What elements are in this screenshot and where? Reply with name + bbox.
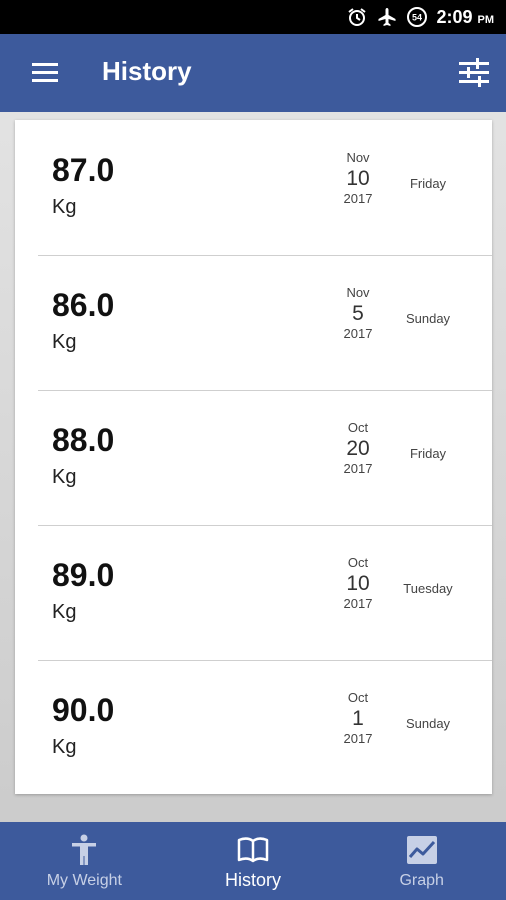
weight-value: 89.0 xyxy=(52,557,115,593)
date-weekday: Friday xyxy=(409,446,447,461)
entry-date: Nov 10 2017 xyxy=(330,150,386,206)
alarm-icon xyxy=(346,6,368,28)
app-bar: History xyxy=(0,34,506,112)
date-month: Oct xyxy=(347,420,369,435)
date-year: 2017 xyxy=(343,326,373,341)
date-month: Nov xyxy=(346,285,370,300)
clock-time: 2:09 xyxy=(436,6,473,27)
date-month: Oct xyxy=(347,555,369,570)
clock: 2:09 PM xyxy=(436,7,494,28)
date-weekday: Friday xyxy=(409,176,447,191)
date-year: 2017 xyxy=(343,461,373,476)
weight-unit: Kg xyxy=(52,601,77,623)
weight-value: 87.0 xyxy=(52,152,115,188)
history-row[interactable]: 90.0 Kg Oct 1 2017 Sunday xyxy=(15,660,492,794)
date-day: 1 xyxy=(352,707,364,730)
history-row[interactable]: 88.0 Kg Oct 20 2017 Friday xyxy=(15,390,492,525)
date-day: 20 xyxy=(346,437,370,460)
book-icon xyxy=(237,834,269,866)
date-day: 10 xyxy=(346,167,370,190)
history-row[interactable]: 87.0 Kg Nov 10 2017 Friday xyxy=(15,120,492,255)
nav-label-my-weight: My Weight xyxy=(46,872,122,889)
nav-graph[interactable]: Graph xyxy=(337,822,506,900)
entry-date: Oct 10 2017 xyxy=(330,555,386,611)
weight-value: 90.0 xyxy=(52,692,115,728)
weight-unit: Kg xyxy=(52,466,77,488)
weight-value: 88.0 xyxy=(52,422,115,458)
status-bar: 54 2:09 PM xyxy=(0,0,506,34)
menu-button[interactable] xyxy=(30,59,60,87)
history-row[interactable]: 86.0 Kg Nov 5 2017 Sunday xyxy=(15,255,492,390)
date-weekday: Sunday xyxy=(405,311,451,326)
nav-history[interactable]: History xyxy=(169,822,338,900)
weight-unit: Kg xyxy=(52,736,77,758)
filter-button[interactable] xyxy=(456,54,492,90)
data-saver-icon: 54 xyxy=(406,6,428,28)
bottom-navigation: My Weight History Graph xyxy=(0,822,506,900)
weight-value: 86.0 xyxy=(52,287,115,323)
nav-label-graph: Graph xyxy=(399,872,444,889)
date-year: 2017 xyxy=(343,191,373,206)
date-weekday: Sunday xyxy=(405,716,451,731)
weight-unit: Kg xyxy=(52,331,77,353)
airplane-icon xyxy=(376,6,398,28)
history-row[interactable]: 89.0 Kg Oct 10 2017 Tuesday xyxy=(15,525,492,660)
date-weekday: Tuesday xyxy=(403,581,453,596)
date-day: 5 xyxy=(352,302,364,325)
history-list: 87.0 Kg Nov 10 2017 Friday 86.0 Kg Nov 5… xyxy=(15,120,492,794)
page-title: History xyxy=(102,56,192,86)
nav-my-weight[interactable]: My Weight xyxy=(0,822,169,900)
sliders-icon xyxy=(459,58,489,87)
date-day: 10 xyxy=(346,572,370,595)
status-badge: 54 xyxy=(412,13,422,23)
date-month: Oct xyxy=(347,690,369,705)
date-month: Nov xyxy=(346,150,370,165)
graph-icon xyxy=(406,834,438,866)
clock-ampm: PM xyxy=(477,13,495,26)
weight-unit: Kg xyxy=(52,196,77,218)
entry-date: Oct 1 2017 xyxy=(330,690,386,746)
hamburger-icon xyxy=(32,63,58,82)
entry-date: Oct 20 2017 xyxy=(330,420,386,476)
entry-date: Nov 5 2017 xyxy=(330,285,386,341)
nav-label-history: History xyxy=(225,870,282,890)
date-year: 2017 xyxy=(343,731,373,746)
person-icon xyxy=(68,834,100,866)
date-year: 2017 xyxy=(343,596,373,611)
